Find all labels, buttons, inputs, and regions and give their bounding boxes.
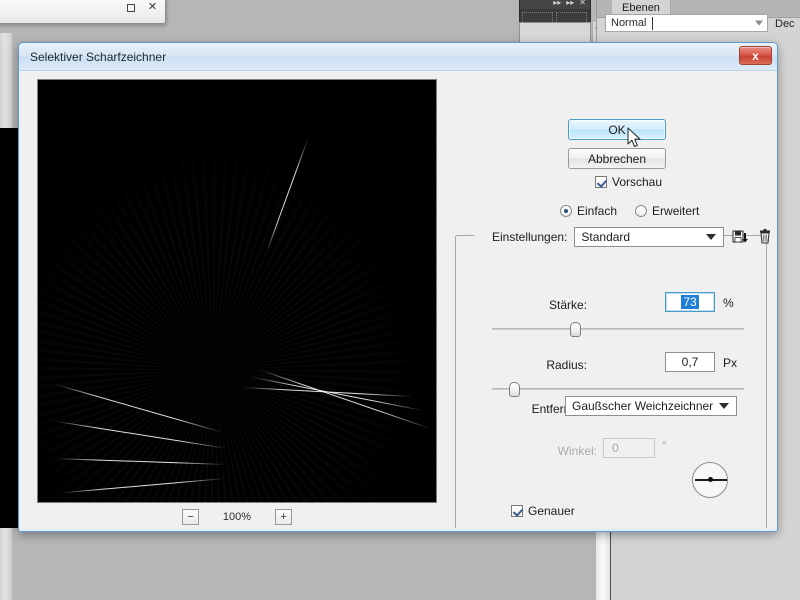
text-caret — [652, 17, 653, 30]
strength-slider[interactable] — [492, 321, 744, 337]
strength-label: Stärke: — [548, 298, 587, 312]
mini-tool-panel-lower — [519, 22, 591, 44]
zoom-out-button[interactable]: − — [181, 509, 199, 525]
remove-select[interactable]: Gaußscher Weichzeichner — [565, 396, 737, 416]
radius-value: 0,7 — [681, 355, 699, 369]
slider-track — [492, 328, 744, 330]
angle-hub — [708, 477, 713, 482]
selective-sharpen-dialog: Selektiver Scharfzeichner x − 100% + OK … — [18, 42, 778, 532]
preview-image-container[interactable] — [37, 79, 437, 503]
angle-dial-icon[interactable] — [692, 462, 728, 498]
slider-thumb[interactable] — [570, 322, 581, 337]
angle-input: 0 — [603, 438, 655, 458]
screen: ✕ ▸▸ ▸▸ ✕ Ebenen Normal Dec Selektiver S… — [0, 0, 800, 600]
delete-preset-icon[interactable] — [756, 228, 774, 246]
radio-icon[interactable] — [635, 205, 648, 217]
settings-preset-row: Einstellungen: Standard — [492, 227, 774, 247]
zoom-in-button[interactable]: + — [275, 509, 293, 525]
strength-unit: % — [723, 296, 734, 310]
panel-left-gutter — [596, 527, 610, 600]
close-icon[interactable]: ✕ — [579, 0, 586, 7]
radio-erweitert[interactable]: Erweitert — [635, 204, 699, 218]
preview-zoom-controls: − 100% + — [37, 506, 437, 528]
dialog-titlebar[interactable]: Selektiver Scharfzeichner x — [19, 43, 777, 71]
radio-einfach[interactable]: Einfach — [560, 204, 617, 218]
settings-value: Standard — [581, 230, 631, 244]
radius-label: Radius: — [546, 358, 587, 372]
strength-value: 73 — [681, 295, 699, 309]
radio-erweitert-label: Erweitert — [652, 204, 700, 218]
blend-mode-row: Normal — [605, 14, 768, 32]
collapse-icon[interactable]: ▸▸ — [553, 0, 561, 7]
angle-unit: ° — [662, 438, 667, 452]
mode-radio-group: Einfach Erweitert — [560, 204, 709, 218]
strength-input[interactable]: 73 — [665, 292, 715, 312]
radio-icon-selected[interactable] — [560, 205, 572, 217]
dialog-title: Selektiver Scharfzeichner — [30, 49, 167, 64]
document-window-buttons: ✕ — [124, 1, 159, 14]
settings-select[interactable]: Standard — [574, 227, 725, 247]
checkbox-icon[interactable] — [595, 176, 607, 188]
blend-mode-value: Normal — [611, 17, 647, 29]
accurate-checkbox-label: Genauer — [528, 504, 575, 518]
panel-bottom-fill — [611, 527, 800, 600]
document-window-titlebar[interactable]: ✕ — [0, 0, 166, 24]
collapse-icon-2[interactable]: ▸▸ — [566, 0, 574, 7]
restore-icon[interactable] — [124, 1, 137, 14]
preview-checkbox[interactable]: Vorschau — [595, 175, 662, 189]
chevron-down-icon — [706, 234, 717, 240]
mini-panel-titlebar: ▸▸ ▸▸ ✕ — [520, 0, 590, 9]
slider-track — [492, 388, 744, 390]
radius-slider[interactable] — [492, 381, 744, 397]
dialog-body: − 100% + OK Abbrechen Vorschau Einfach E… — [19, 72, 777, 531]
checkbox-icon[interactable] — [511, 505, 523, 517]
preview-checkbox-label: Vorschau — [612, 175, 663, 189]
blend-mode-select[interactable]: Normal — [605, 14, 768, 32]
ok-button[interactable]: OK — [568, 119, 666, 140]
zoom-level-label: 100% — [222, 511, 252, 523]
close-button[interactable]: x — [739, 46, 772, 65]
dialog-bottom-edge — [19, 528, 777, 531]
chevron-down-icon — [755, 20, 763, 26]
panel-divider — [610, 527, 611, 600]
slider-thumb[interactable] — [509, 382, 520, 397]
remove-value: Gaußscher Weichzeichner — [572, 399, 714, 413]
angle-label: Winkel: — [557, 444, 597, 458]
preview-vignette — [38, 80, 436, 502]
settings-label: Einstellungen: — [492, 230, 568, 244]
radius-input[interactable]: 0,7 — [665, 352, 715, 372]
angle-value: 0 — [612, 441, 619, 455]
opacity-label: Dec — [775, 18, 795, 30]
cancel-button[interactable]: Abbrechen — [568, 148, 666, 169]
radius-unit: Px — [723, 356, 738, 370]
radio-einfach-label: Einfach — [577, 204, 618, 218]
chevron-down-icon — [719, 403, 729, 409]
save-preset-icon[interactable] — [731, 228, 749, 246]
accurate-checkbox[interactable]: Genauer — [511, 504, 575, 518]
close-icon[interactable]: ✕ — [146, 1, 159, 14]
